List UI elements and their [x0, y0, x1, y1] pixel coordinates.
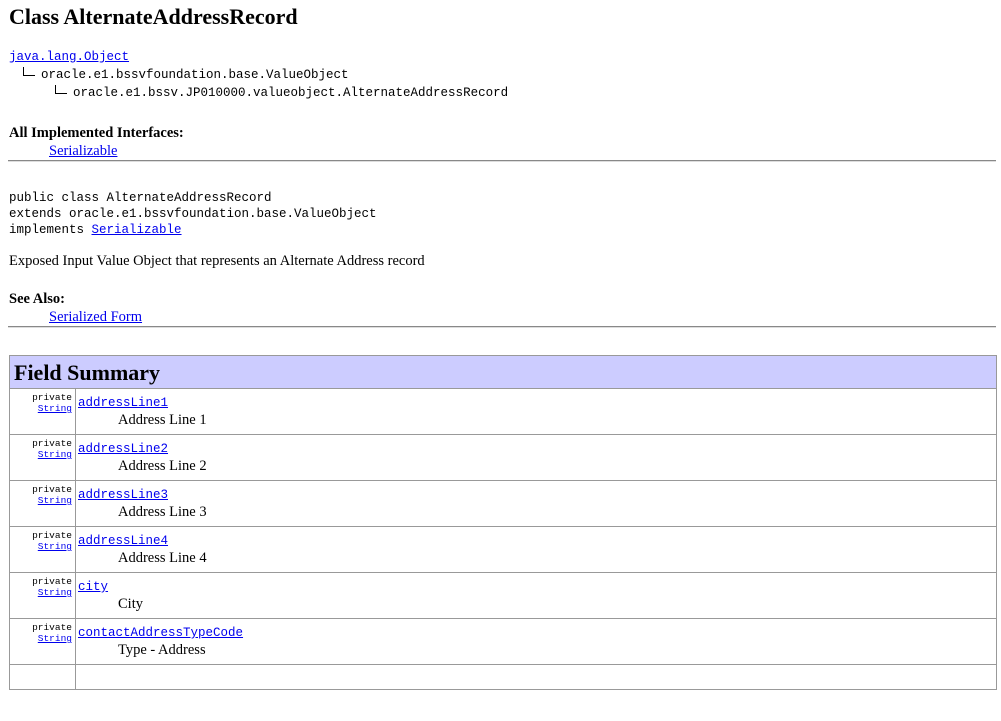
field-modifier: private — [32, 622, 72, 633]
declaration-line-2: extends oracle.e1.bssvfoundation.base.Va… — [9, 207, 377, 221]
page-title: Class AlternateAddressRecord — [9, 4, 298, 29]
field-type-link[interactable]: String — [10, 449, 72, 460]
field-type-link[interactable]: String — [10, 633, 72, 644]
field-modifier-cell: private String — [9, 572, 76, 619]
field-modifier-cell: private String — [9, 434, 76, 481]
hierarchy-level-1: java.lang.Object — [9, 48, 997, 66]
field-detail-cell: addressLine1 Address Line 1 — [75, 388, 997, 435]
field-detail-cell — [75, 664, 997, 690]
field-type-link[interactable]: String — [10, 403, 72, 414]
hierarchy-level-2: oracle.e1.bssvfoundation.base.ValueObjec… — [9, 66, 997, 84]
field-modifier: private — [32, 392, 72, 403]
declaration-line-3: implements Serializable — [9, 222, 997, 238]
table-row — [9, 664, 997, 690]
field-name-link[interactable]: addressLine4 — [78, 534, 168, 548]
field-name-link[interactable]: contactAddressTypeCode — [78, 626, 243, 640]
divider — [8, 160, 996, 162]
field-modifier-cell: private String — [9, 618, 76, 665]
field-detail-cell: addressLine3 Address Line 3 — [75, 480, 997, 527]
class-hierarchy: java.lang.Object oracle.e1.bssvfoundatio… — [9, 48, 997, 102]
field-modifier-cell — [9, 664, 76, 690]
implements-keyword: implements — [9, 223, 92, 237]
table-row: private String addressLine3 Address Line… — [9, 480, 997, 527]
declaration-line-1: public class AlternateAddressRecord — [9, 191, 272, 205]
hierarchy-level-3: oracle.e1.bssv.JP010000.valueobject.Alte… — [9, 84, 997, 102]
hierarchy-level-2-text: oracle.e1.bssvfoundation.base.ValueObjec… — [41, 68, 349, 82]
field-name-link[interactable]: addressLine1 — [78, 396, 168, 410]
field-description: Address Line 4 — [118, 550, 207, 566]
field-type-link[interactable]: String — [10, 495, 72, 506]
tree-branch-icon — [55, 85, 67, 94]
field-detail-cell: contactAddressTypeCode Type - Address — [75, 618, 997, 665]
java-lang-object-link[interactable]: java.lang.Object — [9, 50, 129, 64]
tree-branch-icon — [23, 67, 35, 76]
field-modifier: private — [32, 438, 72, 449]
class-description: Exposed Input Value Object that represen… — [9, 253, 425, 269]
field-modifier: private — [32, 530, 72, 541]
field-description: Address Line 3 — [118, 504, 207, 520]
field-modifier-cell: private String — [9, 526, 76, 573]
interfaces-label: All Implemented Interfaces: — [9, 125, 184, 141]
field-type-link[interactable]: String — [10, 541, 72, 552]
field-detail-cell: addressLine2 Address Line 2 — [75, 434, 997, 481]
serializable-link[interactable]: Serializable — [92, 223, 182, 237]
table-row: private String contactAddressTypeCode Ty… — [9, 618, 997, 665]
field-modifier: private — [32, 576, 72, 587]
field-detail-cell: city City — [75, 572, 997, 619]
field-description: Address Line 2 — [118, 458, 207, 474]
field-name-link[interactable]: addressLine2 — [78, 442, 168, 456]
hierarchy-level-3-text: oracle.e1.bssv.JP010000.valueobject.Alte… — [73, 86, 509, 100]
field-modifier: private — [32, 484, 72, 495]
table-row: private String city City — [9, 572, 997, 619]
see-also-list: Serialized Form — [9, 308, 997, 326]
field-name-link[interactable]: city — [78, 580, 108, 594]
field-summary-header-cell: Field Summary — [9, 355, 997, 389]
field-description: Type - Address — [118, 642, 206, 658]
field-modifier-cell: private String — [9, 480, 76, 527]
divider — [8, 326, 996, 328]
field-description: Address Line 1 — [118, 412, 207, 428]
table-row: private String addressLine1 Address Line… — [9, 388, 997, 435]
table-row: private String addressLine2 Address Line… — [9, 434, 997, 481]
serializable-interface-link[interactable]: Serializable — [49, 143, 117, 159]
field-summary-header-row: Field Summary — [9, 355, 997, 389]
field-description: City — [118, 596, 143, 612]
field-summary-heading: Field Summary — [14, 360, 161, 385]
interfaces-list: Serializable — [9, 142, 997, 160]
field-summary-table: Field Summary private String addressLine… — [9, 355, 997, 690]
javadoc-page: Class AlternateAddressRecord java.lang.O… — [0, 0, 1001, 690]
field-detail-cell: addressLine4 Address Line 4 — [75, 526, 997, 573]
serialized-form-link[interactable]: Serialized Form — [49, 309, 142, 325]
field-name-link[interactable]: addressLine3 — [78, 488, 168, 502]
field-modifier-cell: private String — [9, 388, 76, 435]
class-declaration: public class AlternateAddressRecord exte… — [9, 190, 997, 238]
table-row: private String addressLine4 Address Line… — [9, 526, 997, 573]
field-type-link[interactable]: String — [10, 587, 72, 598]
see-also-label: See Also: — [9, 291, 65, 307]
